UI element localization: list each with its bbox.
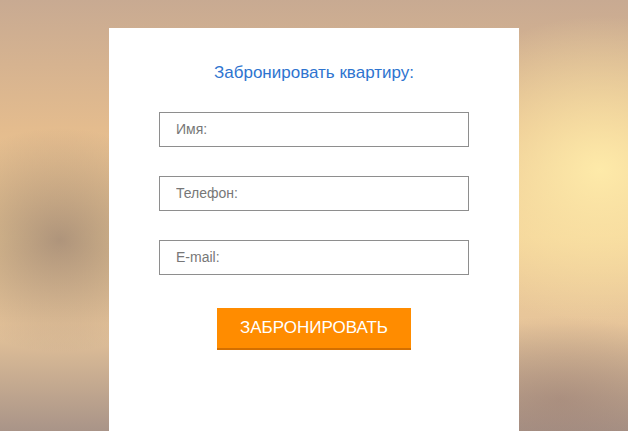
book-button[interactable]: ЗАБРОНИРОВАТЬ [217,308,411,350]
email-input[interactable] [159,240,469,275]
form-fields [159,112,469,275]
booking-form: Забронировать квартиру: ЗАБРОНИРОВАТЬ [109,28,519,431]
name-input[interactable] [159,112,469,147]
page-background: Забронировать квартиру: ЗАБРОНИРОВАТЬ [0,0,628,431]
form-title: Забронировать квартиру: [214,61,414,85]
phone-input[interactable] [159,176,469,211]
